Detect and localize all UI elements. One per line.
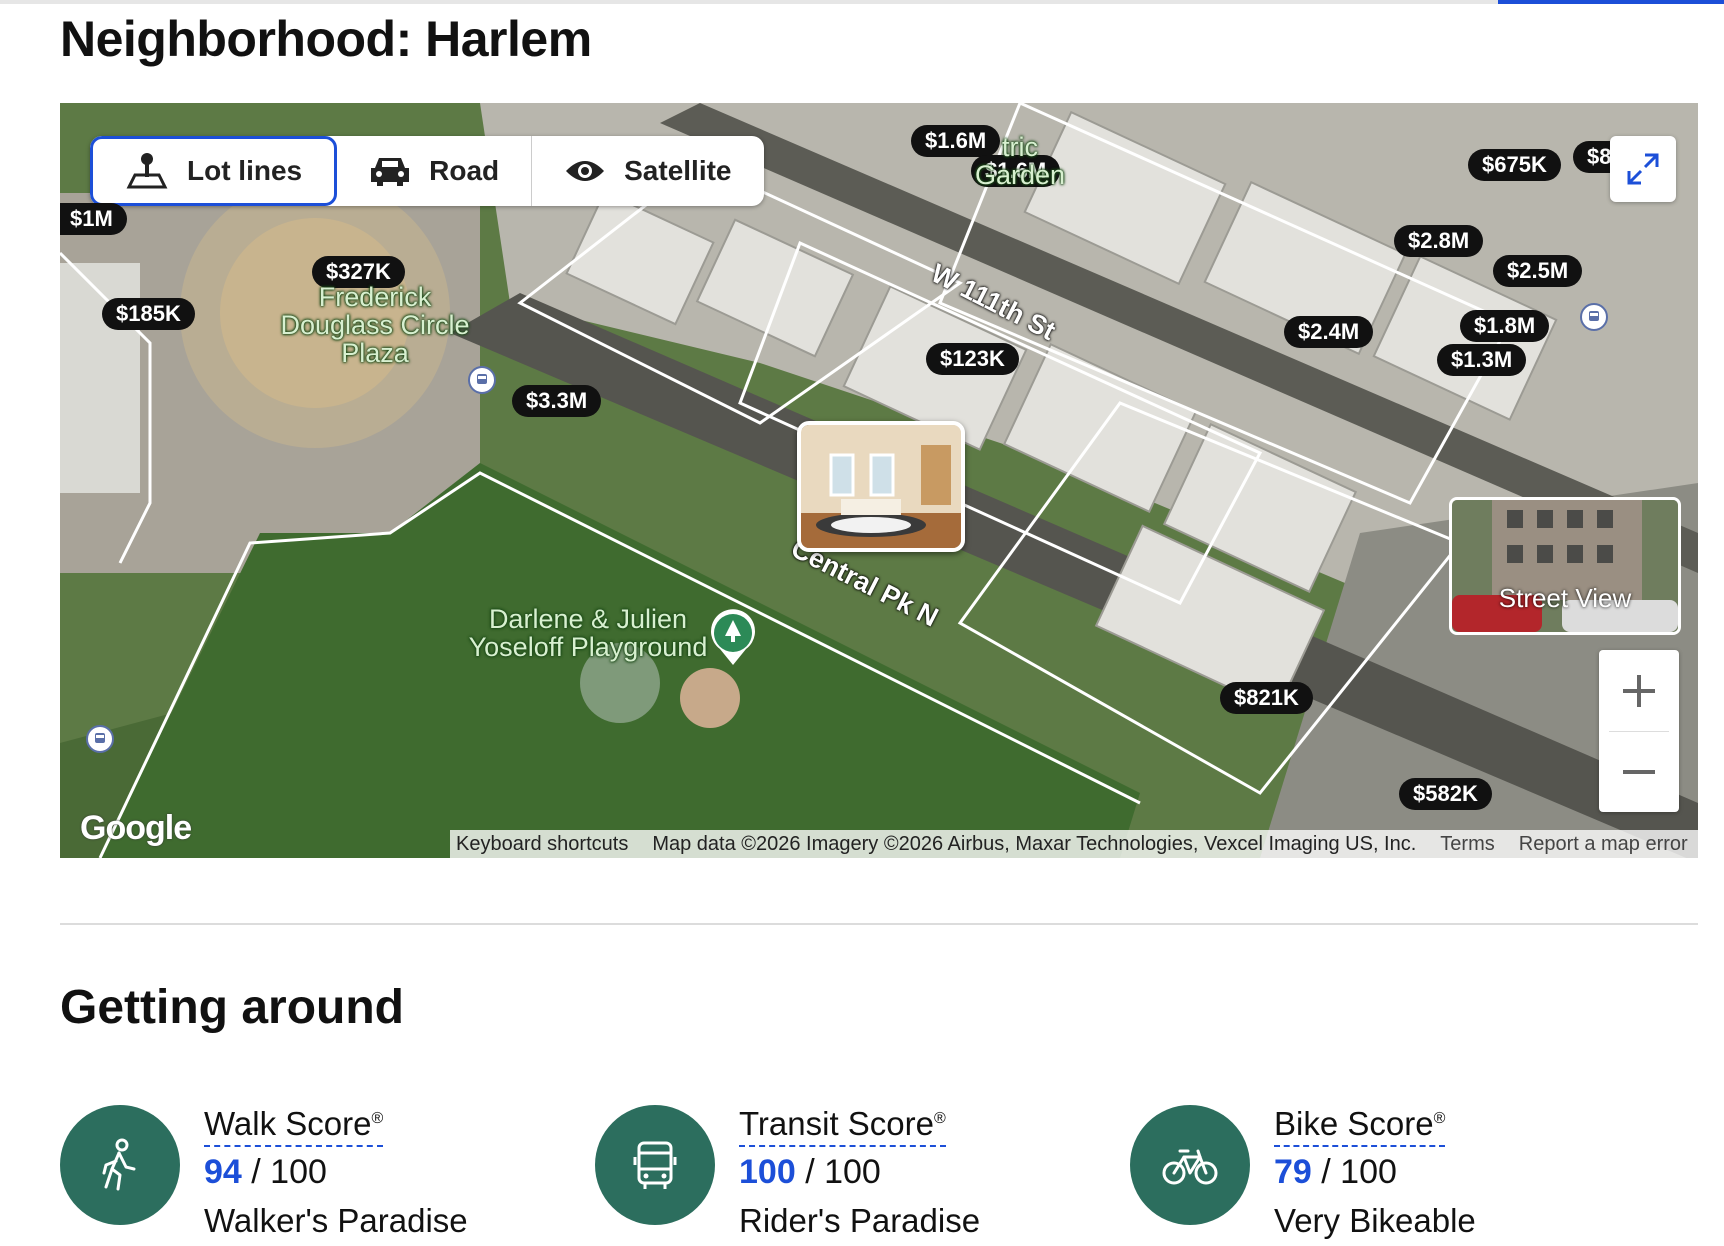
transit-score-card: Transit Score® 100 / 100 Rider's Paradis… bbox=[595, 1105, 980, 1240]
map-view-toggle: Lot lines Road Satellite bbox=[90, 136, 764, 206]
registered-mark: ® bbox=[934, 1110, 946, 1127]
bike-score-link[interactable]: Bike Score® bbox=[1274, 1105, 1446, 1147]
transit-score-badge bbox=[595, 1105, 715, 1225]
price-pin[interactable]: $123K bbox=[926, 343, 1019, 375]
lot-lines-option[interactable]: Lot lines bbox=[90, 136, 338, 206]
price-pin[interactable]: $1.3M bbox=[1437, 344, 1527, 376]
top-progress-accent bbox=[1498, 0, 1724, 4]
price-pin[interactable]: $821K bbox=[1220, 682, 1313, 714]
minus-icon bbox=[1623, 769, 1655, 774]
satellite-option[interactable]: Satellite bbox=[532, 136, 763, 206]
street-view-label: Street View bbox=[1498, 583, 1632, 613]
price-pin[interactable]: $2.4M bbox=[1284, 316, 1374, 348]
price-pin[interactable]: $2.5M bbox=[1493, 255, 1583, 287]
road-label: Road bbox=[429, 155, 500, 186]
satellite-label: Satellite bbox=[624, 155, 732, 186]
listing-photo bbox=[801, 425, 961, 548]
bike-icon bbox=[1162, 1149, 1218, 1185]
walk-score-max: / 100 bbox=[251, 1153, 327, 1191]
map-data-text: Map data ©2026 Imagery ©2026 Airbus, Max… bbox=[652, 832, 1417, 855]
price-pin[interactable]: $1M bbox=[60, 203, 127, 235]
getting-around-heading: Getting around bbox=[60, 981, 404, 1034]
transit-score-value: 100 bbox=[739, 1153, 796, 1191]
transit-score-max: / 100 bbox=[805, 1153, 881, 1191]
transit-score-description: Rider's Paradise bbox=[739, 1202, 981, 1239]
road-option[interactable]: Road bbox=[337, 136, 533, 206]
page-title: Neighborhood: Harlem bbox=[60, 11, 592, 67]
map-attribution-bar: Keyboard shortcuts Map data ©2026 Imager… bbox=[450, 830, 1698, 858]
walk-score-card: Walk Score® 94 / 100 Walker's Paradise bbox=[60, 1105, 468, 1240]
walk-score-badge bbox=[60, 1105, 180, 1225]
walk-score-name: Walk Score bbox=[204, 1105, 372, 1142]
zoom-in-button[interactable] bbox=[1599, 650, 1679, 731]
fullscreen-button[interactable] bbox=[1610, 136, 1676, 202]
price-pin[interactable]: $1.8M bbox=[1460, 310, 1550, 342]
transit-score-name: Transit Score bbox=[739, 1105, 935, 1142]
place-label-garden: tric Garden bbox=[974, 132, 1066, 190]
car-icon bbox=[371, 158, 410, 186]
street-view-thumbnail[interactable]: Street View bbox=[1449, 497, 1681, 635]
bus-stop-icon[interactable] bbox=[86, 725, 114, 753]
zoom-out-button[interactable] bbox=[1599, 731, 1679, 812]
lot-lines-label: Lot lines bbox=[187, 155, 303, 186]
bike-score-badge bbox=[1130, 1105, 1250, 1225]
price-pin[interactable]: $582K bbox=[1399, 778, 1492, 810]
registered-mark: ® bbox=[1433, 1110, 1446, 1127]
park-pin-icon[interactable] bbox=[708, 609, 758, 672]
bike-score-value: 79 bbox=[1274, 1153, 1312, 1191]
walk-icon bbox=[102, 1138, 136, 1191]
bike-score-description: Very Bikeable bbox=[1274, 1202, 1476, 1239]
place-label-frederick-douglass: Frederick Douglass Circle Plaza bbox=[280, 282, 470, 368]
registered-mark: ® bbox=[371, 1110, 384, 1127]
bus-icon bbox=[633, 1141, 677, 1189]
walk-score-value: 94 bbox=[204, 1153, 242, 1191]
top-progress-bar bbox=[0, 0, 1724, 4]
zoom-control bbox=[1599, 650, 1679, 812]
plus-icon bbox=[1623, 674, 1655, 707]
price-pin[interactable]: $675K bbox=[1468, 149, 1561, 181]
lot-lines-icon bbox=[126, 153, 168, 189]
price-pin[interactable]: $3.3M bbox=[512, 385, 602, 417]
bus-stop-icon[interactable] bbox=[1580, 303, 1608, 331]
bus-stop-icon[interactable] bbox=[468, 366, 496, 394]
bike-score-card: Bike Score® 79 / 100 Very Bikeable bbox=[1130, 1105, 1476, 1240]
listing-photo-thumbnail[interactable] bbox=[797, 421, 965, 552]
bike-score-name: Bike Score bbox=[1274, 1105, 1434, 1142]
walk-score-link[interactable]: Walk Score® bbox=[204, 1105, 384, 1147]
price-pin[interactable]: $185K bbox=[102, 298, 195, 330]
neighborhood-map[interactable]: Lot lines Road Satellite $1.6M $1.6M $67… bbox=[60, 103, 1698, 858]
keyboard-shortcuts-link[interactable]: Keyboard shortcuts bbox=[456, 833, 628, 856]
google-logo: Google bbox=[80, 809, 192, 847]
bike-score-max: / 100 bbox=[1321, 1153, 1397, 1191]
section-divider bbox=[60, 923, 1698, 925]
report-map-error-link[interactable]: Report a map error bbox=[1519, 833, 1688, 856]
expand-icon bbox=[1627, 153, 1659, 185]
place-label-playground: Darlene & Julien Yoseloff Playground bbox=[468, 604, 708, 662]
eye-icon bbox=[566, 161, 605, 181]
transit-score-link[interactable]: Transit Score® bbox=[739, 1105, 946, 1147]
price-pin[interactable]: $2.8M bbox=[1394, 225, 1484, 257]
terms-link[interactable]: Terms bbox=[1440, 833, 1494, 856]
walk-score-description: Walker's Paradise bbox=[204, 1202, 468, 1239]
